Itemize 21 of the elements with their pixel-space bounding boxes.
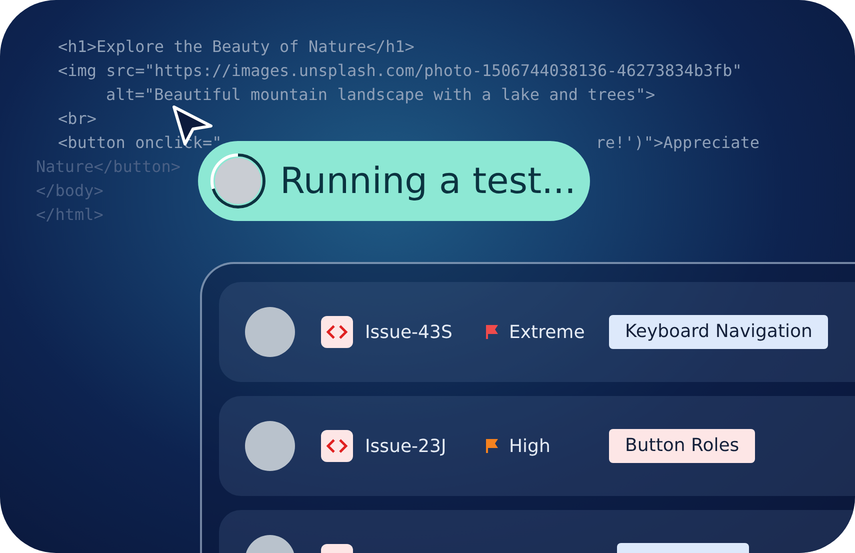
code-line: </html>: [36, 204, 104, 226]
issue-id: Issue-23J: [365, 436, 448, 456]
code-line: alt="Beautiful mountain landscape with a lake and trees">: [106, 84, 656, 106]
issue-id: Issue-43S: [365, 322, 454, 342]
issue-tag: Button Roles: [609, 429, 756, 463]
avatar: [245, 307, 295, 357]
code-line: </body>: [36, 180, 104, 202]
code-line: <img src="https://images.unsplash.com/photo-1506744038136-46273834b3fb": [58, 60, 742, 82]
code-line: <br>: [58, 108, 97, 130]
code-icon: [321, 430, 353, 462]
avatar: [245, 421, 295, 471]
priority-label: High: [509, 436, 552, 456]
issue-tag: Keyboard Navigation: [609, 315, 828, 349]
code-icon: [321, 316, 353, 348]
issue-row[interactable]: Issue-23J High Button Roles: [219, 396, 855, 496]
code-line: <h1>Explore the Beauty of Nature</h1>: [58, 36, 414, 58]
code-line: Nature</button>: [36, 156, 180, 178]
status-text: Running a test...: [280, 160, 576, 202]
priority-label: Extreme: [509, 322, 586, 342]
code-line: re!')">Appreciate: [596, 132, 760, 154]
issue-row[interactable]: Issue-43S Extreme Keyboard Navigation: [219, 282, 855, 382]
